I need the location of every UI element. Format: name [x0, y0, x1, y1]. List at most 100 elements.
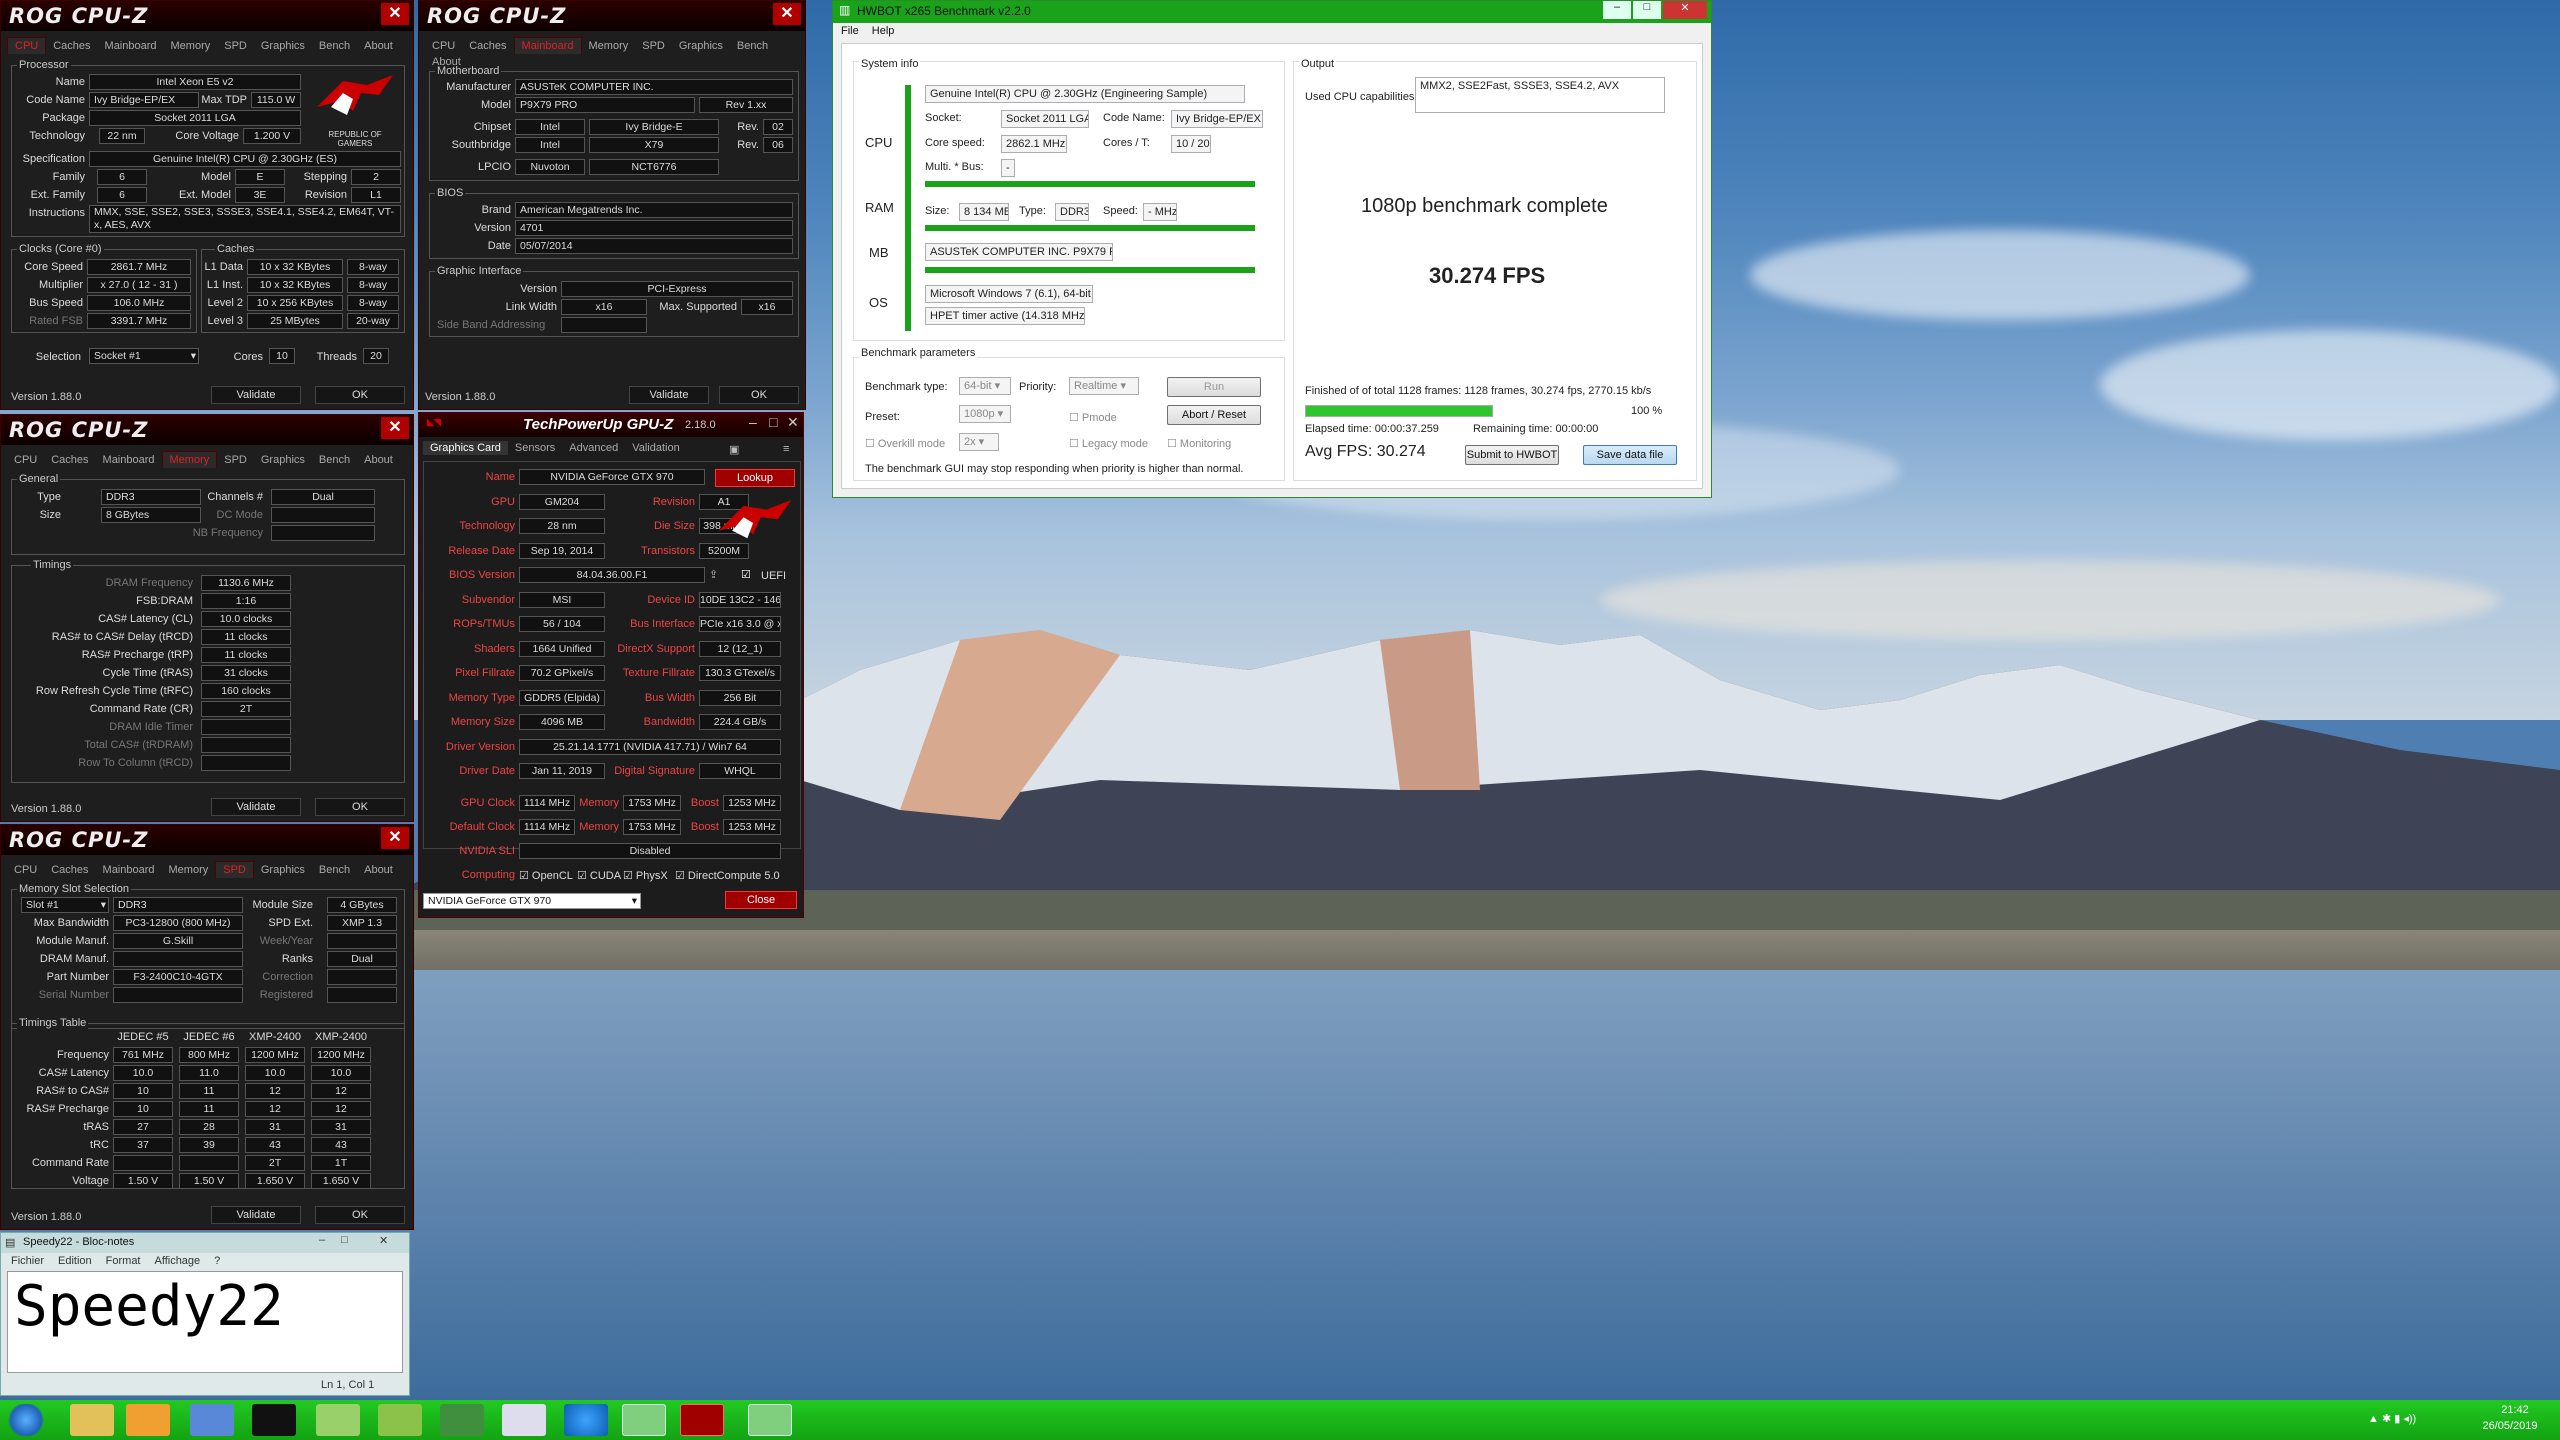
ok-button[interactable]: OK	[315, 1206, 405, 1224]
socket-select[interactable]: Socket #1 ▾	[89, 348, 199, 364]
tab-memory[interactable]: Memory	[582, 38, 636, 54]
close-button[interactable]: ✕	[773, 3, 801, 25]
menu-item[interactable]: Affichage	[155, 1255, 201, 1267]
tab-spd[interactable]: SPD	[217, 38, 254, 54]
validate-button[interactable]: Validate	[629, 386, 709, 404]
maximize-button[interactable]: □	[769, 414, 777, 430]
tab-about[interactable]: About	[357, 452, 400, 468]
tab-graphics[interactable]: Graphics	[672, 38, 730, 54]
tab-graphicscard[interactable]: Graphics Card	[423, 441, 508, 455]
tab-mainboard[interactable]: Mainboard	[96, 862, 162, 878]
menu-file[interactable]: File	[841, 25, 859, 37]
tab-about[interactable]: About	[357, 38, 400, 54]
minimize-button[interactable]: –	[1603, 1, 1631, 19]
legacy-checkbox[interactable]: ☐ Legacy mode	[1069, 437, 1148, 450]
close-button[interactable]: Close	[725, 891, 797, 909]
validate-button[interactable]: Validate	[211, 386, 301, 404]
text-area[interactable]: Speedy22	[7, 1271, 403, 1373]
title-bar[interactable]: ◣◥ TechPowerUp GPU-Z 2.18.0 – □ ✕	[419, 413, 803, 437]
close-button[interactable]: ✕	[1663, 1, 1707, 19]
tab-mainboard[interactable]: Mainboard	[513, 37, 582, 54]
close-button[interactable]: ✕	[381, 827, 409, 849]
ok-button[interactable]: OK	[315, 386, 405, 404]
abort-button[interactable]: Abort / Reset	[1167, 405, 1261, 425]
btype-select[interactable]: 64-bit ▾	[959, 377, 1011, 395]
ie-icon[interactable]	[564, 1404, 608, 1436]
title-bar[interactable]: ROG CPU-Z ✕	[419, 1, 805, 31]
tab-caches[interactable]: Caches	[44, 452, 95, 468]
compute-checkbox[interactable]: ☑ OpenCL	[519, 869, 573, 882]
tab-mainboard[interactable]: Mainboard	[96, 452, 162, 468]
tab-validation[interactable]: Validation	[625, 441, 687, 455]
menu-item[interactable]: Fichier	[11, 1255, 44, 1267]
network-icon[interactable]	[190, 1404, 234, 1436]
compute-checkbox[interactable]: ☑ DirectCompute 5.0	[675, 869, 780, 882]
tab-sensors[interactable]: Sensors	[508, 441, 562, 455]
menu-item[interactable]: ?	[214, 1255, 220, 1267]
menu-help[interactable]: Help	[872, 25, 895, 37]
priority-select[interactable]: Realtime ▾	[1069, 377, 1139, 395]
overkill-select[interactable]: 2x ▾	[959, 433, 999, 451]
tray-icons[interactable]: ▲ ✱ ▮ ◂))	[2368, 1412, 2416, 1425]
tab-memory[interactable]: Memory	[162, 862, 216, 878]
tab-memory[interactable]: Memory	[164, 38, 218, 54]
title-bar[interactable]: ROG CPU-Z ✕	[1, 825, 413, 855]
tab-caches[interactable]: Caches	[46, 38, 97, 54]
tab-spd[interactable]: SPD	[217, 452, 254, 468]
tab-caches[interactable]: Caches	[44, 862, 95, 878]
close-button[interactable]: ✕	[381, 3, 409, 25]
tab-advanced[interactable]: Advanced	[562, 441, 625, 455]
tab-cpu[interactable]: CPU	[7, 862, 44, 878]
app-icon[interactable]	[378, 1404, 422, 1436]
title-bar[interactable]: ▤ Speedy22 - Bloc-notes – □ ✕	[1, 1233, 409, 1253]
tab-cpu[interactable]: CPU	[7, 452, 44, 468]
preset-select[interactable]: 1080p ▾	[959, 405, 1011, 423]
gpuz-task-icon[interactable]	[622, 1404, 666, 1436]
maximize-button[interactable]: □	[1633, 1, 1661, 19]
close-button[interactable]: ✕	[379, 1234, 388, 1247]
tab-spd[interactable]: SPD	[215, 861, 254, 878]
validate-button[interactable]: Validate	[211, 798, 301, 816]
menu-item[interactable]: Format	[106, 1255, 141, 1267]
explorer-icon[interactable]	[70, 1404, 114, 1436]
ok-button[interactable]: OK	[315, 798, 405, 816]
start-button[interactable]	[6, 1404, 46, 1436]
minimize-button[interactable]: –	[749, 414, 757, 430]
run-button[interactable]: Run	[1167, 377, 1261, 397]
calculator-icon[interactable]	[502, 1404, 546, 1436]
menu-item[interactable]: Edition	[58, 1255, 92, 1267]
tab-caches[interactable]: Caches	[462, 38, 513, 54]
tab-cpu[interactable]: CPU	[7, 37, 47, 54]
media-player-icon[interactable]	[126, 1404, 170, 1436]
compute-checkbox[interactable]: ☑ CUDA	[577, 869, 621, 882]
camera-icon[interactable]: ▣	[729, 443, 739, 456]
title-bar[interactable]: ▥ HWBOT x265 Benchmark v2.2.0 – □ ✕	[833, 1, 1711, 23]
tab-bench[interactable]: Bench	[730, 38, 775, 54]
ok-button[interactable]: OK	[719, 386, 799, 404]
lookup-button[interactable]: Lookup	[715, 469, 795, 487]
close-button[interactable]: ✕	[381, 417, 409, 439]
minimize-button[interactable]: –	[319, 1234, 325, 1246]
maximize-button[interactable]: □	[341, 1234, 348, 1246]
uefi-checkbox[interactable]: ☑	[741, 568, 751, 581]
pmode-checkbox[interactable]: ☐ Pmode	[1069, 411, 1117, 424]
menu-icon[interactable]: ≡	[783, 443, 789, 455]
tab-spd[interactable]: SPD	[635, 38, 672, 54]
validate-button[interactable]: Validate	[211, 1206, 301, 1224]
slot-select[interactable]: Slot #1 ▾	[21, 897, 109, 913]
title-bar[interactable]: ROG CPU-Z ✕	[1, 1, 413, 31]
compute-checkbox[interactable]: ☑ PhysX	[623, 869, 668, 882]
tab-bench[interactable]: Bench	[312, 452, 357, 468]
tab-memory[interactable]: Memory	[161, 451, 218, 468]
share-icon[interactable]: ⇪	[709, 568, 718, 581]
hwbot-task-icon[interactable]	[748, 1404, 792, 1436]
close-button[interactable]: ✕	[787, 414, 799, 431]
tab-graphics[interactable]: Graphics	[254, 38, 312, 54]
app-icon[interactable]	[316, 1404, 360, 1436]
tab-bench[interactable]: Bench	[312, 862, 357, 878]
monitoring-checkbox[interactable]: ☐ Monitoring	[1167, 437, 1231, 450]
tab-bench[interactable]: Bench	[312, 38, 357, 54]
submit-button[interactable]: Submit to HWBOT	[1465, 445, 1559, 465]
cpuz-task-icon[interactable]	[680, 1404, 724, 1436]
tab-about[interactable]: About	[357, 862, 400, 878]
